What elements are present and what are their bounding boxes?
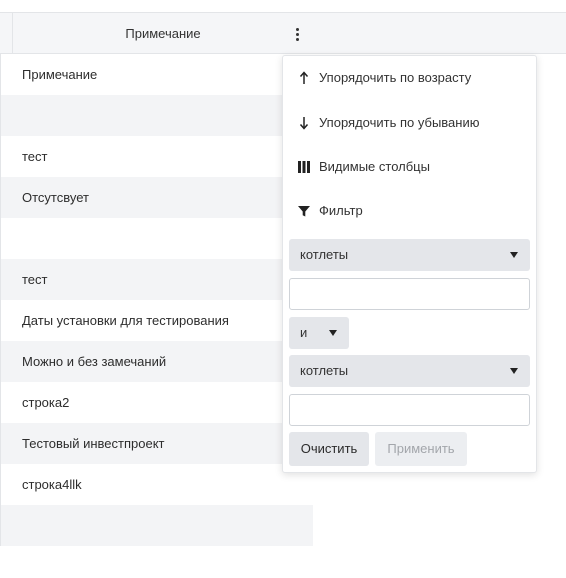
- columns-icon: [298, 161, 310, 173]
- column-menu-popup: Упорядочить по возрасту Упорядочить по у…: [282, 55, 537, 473]
- arrow-up-icon: [299, 71, 309, 84]
- select-value: и: [300, 325, 308, 340]
- menu-item-sort-desc[interactable]: Упорядочить по убыванию: [283, 101, 536, 145]
- table-cell: строка2: [22, 395, 70, 410]
- caret-down-icon: [510, 252, 518, 258]
- table-cell: тест: [22, 149, 48, 164]
- column-header-title[interactable]: Примечание: [12, 13, 314, 54]
- table-row[interactable]: Можно и без замечаний: [0, 341, 313, 382]
- grid-body: Примечание тест Отсутсвует тест Даты уст…: [0, 54, 313, 546]
- table-cell: Отсутсвует: [22, 190, 89, 205]
- caret-down-icon: [510, 368, 518, 374]
- table-cell: тест: [22, 272, 48, 287]
- caret-down-icon: [329, 330, 337, 336]
- select-value: котлеты: [300, 363, 349, 378]
- filter-condition-select-1[interactable]: котлеты: [289, 239, 530, 271]
- grid-header: Примечание: [0, 12, 566, 54]
- menu-item-label: Фильтр: [319, 203, 363, 218]
- apply-button[interactable]: Применить: [375, 432, 467, 466]
- vertical-dots-icon-dot: [296, 33, 299, 36]
- table-row[interactable]: [0, 505, 313, 546]
- menu-item-filter[interactable]: Фильтр: [283, 189, 536, 233]
- select-value: котлеты: [300, 247, 349, 262]
- table-cell: Можно и без замечаний: [22, 354, 167, 369]
- vertical-dots-icon: [296, 28, 299, 31]
- table-cell: строка4llk: [22, 477, 82, 492]
- filter-condition-select-2[interactable]: котлеты: [289, 355, 530, 387]
- table-row[interactable]: строка4llk: [0, 464, 313, 505]
- table-cell: Примечание: [22, 67, 98, 82]
- table-cell: Тестовый инвестпроект: [22, 436, 165, 451]
- table-row[interactable]: тест: [0, 259, 313, 300]
- arrow-down-icon: [299, 117, 309, 130]
- funnel-icon: [298, 206, 310, 217]
- table-row[interactable]: тест: [0, 136, 313, 177]
- table-row[interactable]: строка2: [0, 382, 313, 423]
- table-row[interactable]: [0, 95, 313, 136]
- table-cell: Даты установки для тестирования: [22, 313, 229, 328]
- vertical-dots-icon-dot: [296, 38, 299, 41]
- table-row[interactable]: Примечание: [0, 54, 313, 95]
- table-row[interactable]: [0, 218, 313, 259]
- menu-item-label: Упорядочить по убыванию: [319, 115, 480, 130]
- menu-item-sort-asc[interactable]: Упорядочить по возрасту: [283, 56, 536, 100]
- filter-operator-select[interactable]: и: [289, 317, 349, 349]
- menu-item-label: Видимые столбцы: [319, 159, 430, 174]
- filter-value-input-2[interactable]: [289, 394, 530, 426]
- filter-value-input-1[interactable]: [289, 278, 530, 310]
- table-row[interactable]: Тестовый инвестпроект: [0, 423, 313, 464]
- menu-item-visible-columns[interactable]: Видимые столбцы: [283, 145, 536, 189]
- menu-item-label: Упорядочить по возрасту: [319, 70, 472, 85]
- clear-button[interactable]: Очистить: [289, 432, 369, 466]
- table-row[interactable]: Даты установки для тестирования: [0, 300, 313, 341]
- column-menu-button[interactable]: [289, 23, 305, 45]
- table-row[interactable]: Отсутсвует: [0, 177, 313, 218]
